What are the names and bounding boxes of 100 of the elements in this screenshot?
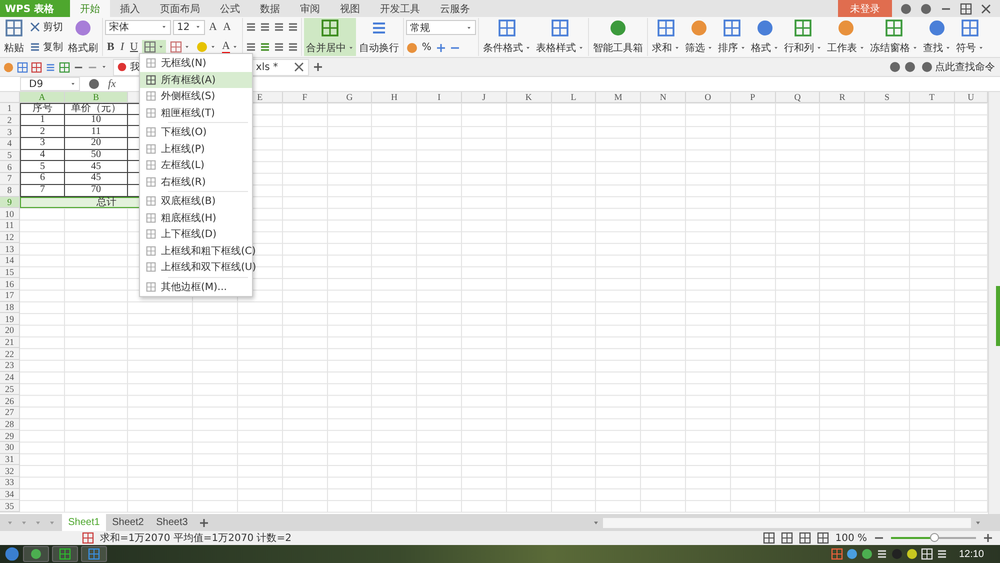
menu-item[interactable]: 下框线(O) [140,124,252,140]
taskbar-app[interactable] [23,546,49,562]
row-header[interactable]: 19 [0,313,20,326]
column-header[interactable]: J [462,92,507,103]
ribbon-tab[interactable]: 插入 [110,0,150,17]
vertical-scrollbar[interactable] [988,92,1000,514]
ribbon-tab[interactable]: 云服务 [430,0,480,17]
tool-button[interactable]: 格式 [748,18,781,56]
row-header[interactable]: 16 [0,278,20,290]
row-header[interactable]: 33 [0,477,20,489]
tool-button[interactable]: 排序 [716,18,748,56]
tool-button[interactable]: 符号 [954,18,986,56]
sheet-tab[interactable]: Sheet2 [106,514,150,531]
row-header[interactable]: 21 [0,336,20,348]
number-format-select[interactable]: 常规 [406,20,476,35]
ribbon-tab[interactable]: 开发工具 [370,0,430,17]
row-header[interactable]: 35 [0,500,20,512]
column-header[interactable]: I [417,92,462,103]
underline-button[interactable]: U [128,41,140,53]
paste-button[interactable]: 粘贴 [2,18,26,56]
grow-font-button[interactable]: A [207,21,219,33]
tool-button[interactable]: 查找 [920,18,953,56]
merge-center-button[interactable]: 合并居中 [304,18,356,56]
tool-button[interactable]: 行和列 [782,18,824,56]
row-header[interactable]: 6 [0,161,20,174]
tool-button[interactable]: 工作表 [824,18,867,56]
row-header[interactable]: 5 [0,150,20,162]
row-header[interactable]: 28 [0,418,20,430]
row-header[interactable]: 18 [0,302,20,314]
ribbon-tab[interactable]: 开始 [70,0,110,17]
menu-item[interactable]: 其他边框(M)... [140,278,252,295]
taskbar-app[interactable] [81,546,107,562]
toolbox-button[interactable]: 智能工具箱 [590,18,645,56]
column-header[interactable]: T [910,92,955,103]
row-header[interactable]: 13 [0,243,20,255]
column-header[interactable]: H [372,92,418,103]
row-header[interactable]: 25 [0,384,20,396]
menu-item[interactable]: 粗底框线(H) [140,210,252,226]
italic-button[interactable]: I [118,41,126,53]
ribbon-tab[interactable]: 页面布局 [150,0,210,17]
font-select[interactable]: 宋体 [105,20,171,34]
row-header[interactable]: 8 [0,184,20,196]
row-header[interactable]: 32 [0,465,20,477]
row-header[interactable]: 17 [0,290,20,302]
row-header[interactable]: 12 [0,232,20,244]
tool-button[interactable]: 冻结窗格 [868,18,920,56]
percent-button[interactable]: % [420,41,434,54]
column-header[interactable]: O [686,92,731,103]
menu-item[interactable]: 左框线(L) [140,157,252,174]
borders-button[interactable] [142,40,166,54]
format-painter-button[interactable]: 格式刷 [66,18,100,56]
column-header[interactable]: P [730,92,776,103]
cut-button[interactable]: 剪切 [27,19,65,35]
row-header[interactable]: 4 [0,138,20,150]
ribbon-tab[interactable]: 公式 [210,0,250,17]
column-header[interactable]: N [641,92,686,103]
shrink-font-button[interactable]: A [220,21,233,33]
column-header[interactable]: Q [776,92,820,103]
row-header[interactable]: 27 [0,406,20,419]
copy-button[interactable]: 复制 [27,39,65,55]
ribbon-tab[interactable]: 审阅 [290,0,330,17]
row-header[interactable]: 30 [0,442,20,454]
column-header[interactable]: G [328,92,372,103]
row-header[interactable]: 1 [0,103,20,115]
function-button[interactable]: fx [108,78,116,90]
menu-item[interactable]: 上框线(P) [140,140,252,157]
style-button[interactable]: 条件格式 [480,18,533,56]
row-header[interactable]: 20 [0,325,20,337]
command-search[interactable]: 点此查找命令 [919,59,997,75]
horizontal-scrollbar[interactable] [603,518,971,528]
row-header[interactable]: 26 [0,395,20,407]
row-header[interactable]: 3 [0,126,20,138]
row-header[interactable]: 2 [0,114,20,126]
tool-button[interactable]: 筛选 [682,18,715,56]
menu-item[interactable]: 粗匣框线(T) [140,104,252,121]
column-header[interactable]: F [282,92,328,103]
menu-item[interactable]: 无框线(N) [140,55,252,72]
row-header[interactable]: 29 [0,430,20,442]
column-header[interactable]: S [865,92,910,103]
column-header[interactable]: K [506,92,552,103]
column-header[interactable]: L [552,92,596,103]
menu-item[interactable]: 所有框线(A) [140,72,252,88]
row-header[interactable]: 34 [0,488,20,500]
row-header[interactable]: 15 [0,266,20,278]
ribbon-tab[interactable]: 视图 [330,0,370,17]
row-header[interactable]: 11 [0,220,20,232]
row-header[interactable]: 22 [0,348,20,360]
column-header[interactable]: R [820,92,866,103]
row-header[interactable]: 14 [0,254,20,267]
row-header[interactable]: 31 [0,454,20,466]
column-header[interactable]: M [596,92,642,103]
font-size-select[interactable]: 12 [173,20,205,34]
menu-item[interactable]: 上下框线(D) [140,226,252,242]
tool-button[interactable]: 求和 [650,18,682,56]
sheet-tab[interactable]: Sheet3 [150,514,194,531]
taskbar-app[interactable] [52,546,78,562]
row-header[interactable]: 7 [0,173,20,185]
ribbon-tab[interactable]: 数据 [250,0,290,17]
row-header[interactable]: 23 [0,360,20,372]
menu-item[interactable]: 右框线(R) [140,174,252,190]
